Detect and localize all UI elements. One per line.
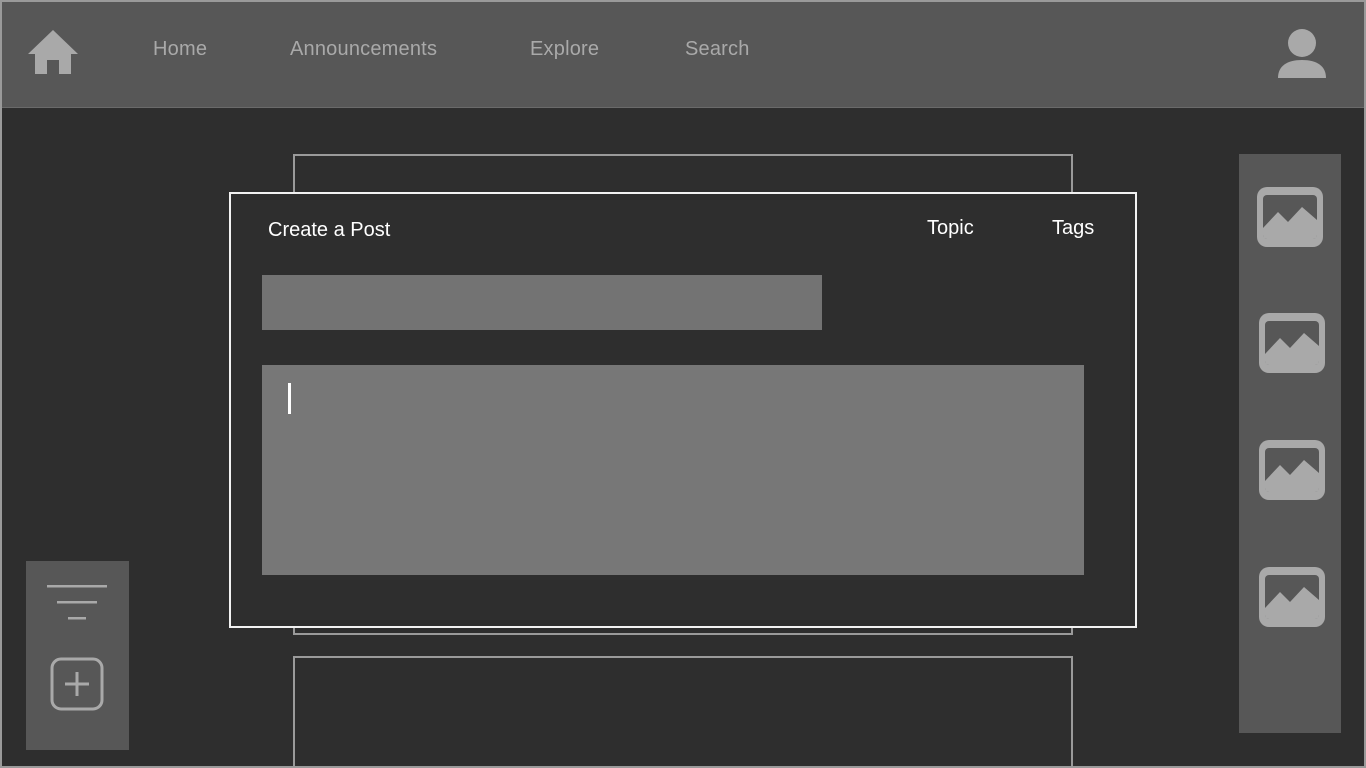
right-image-panel (1239, 154, 1341, 733)
post-title-input[interactable] (262, 275, 822, 330)
image-icon[interactable] (1258, 439, 1326, 501)
feed-post-card[interactable] (293, 656, 1073, 766)
tags-button[interactable]: Tags (1052, 217, 1094, 240)
post-body-textarea[interactable] (262, 365, 1084, 575)
nav-explore-link[interactable]: Explore (530, 38, 599, 61)
user-icon[interactable] (1275, 28, 1329, 82)
plus-square-icon[interactable] (50, 657, 104, 711)
image-icon[interactable] (1256, 186, 1324, 248)
filter-icon[interactable] (46, 583, 108, 623)
dialog-title: Create a Post (268, 219, 391, 241)
image-icon[interactable] (1258, 312, 1326, 374)
text-caret (288, 383, 291, 414)
topic-button[interactable]: Topic (927, 217, 974, 240)
create-post-dialog: Create a Post Topic Tags (229, 192, 1137, 628)
image-icon[interactable] (1258, 566, 1326, 628)
nav-announcements-link[interactable]: Announcements (290, 38, 437, 61)
top-nav-bar: Home Announcements Explore Search (2, 2, 1364, 108)
left-tool-panel (26, 561, 129, 750)
home-icon[interactable] (26, 28, 80, 76)
nav-search-link[interactable]: Search (685, 38, 750, 61)
app-window: Home Announcements Explore Search Create… (0, 0, 1366, 768)
nav-home-link[interactable]: Home (153, 38, 207, 61)
